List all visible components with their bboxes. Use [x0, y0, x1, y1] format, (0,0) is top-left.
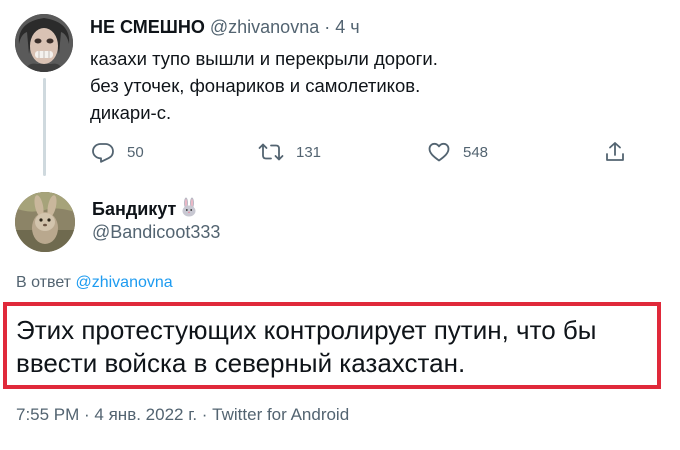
reply-author-name-text: Бандикут [92, 199, 177, 219]
like-button[interactable]: 548 [427, 140, 488, 164]
reply-button[interactable]: 50 [91, 140, 144, 164]
avatar-zhivanovna[interactable] [15, 14, 73, 72]
tweet-text-line: дикари-с. [90, 102, 172, 123]
reply-author-name[interactable]: Бандикут [92, 197, 199, 222]
replying-to-prefix: В ответ [16, 274, 72, 291]
retweet-button[interactable]: 131 [258, 140, 321, 164]
tweet-time-ago[interactable]: 4 ч [335, 17, 359, 37]
replying-to-mention-link[interactable]: @zhivanovna [75, 274, 172, 291]
tweet-text-line: казахи тупо вышли и перекрыли дороги. [90, 48, 438, 69]
retweet-count: 131 [296, 143, 322, 161]
tweet-timestamp[interactable]: 7:55 PM · 4 янв. 2022 г. · Twitter for A… [16, 405, 349, 425]
reply-text: Этих протестующих контролирует путин, чт… [16, 314, 596, 380]
avatar-bandicoot[interactable] [15, 192, 75, 252]
rabbit-emoji-icon [179, 197, 199, 222]
meta-separator: · [324, 17, 331, 37]
replying-to: В ответ @zhivanovna [16, 274, 173, 292]
reply-icon [91, 140, 115, 164]
thread-connector-line [43, 78, 46, 176]
like-icon [427, 140, 451, 164]
author-name[interactable]: НЕ СМЕШНО [90, 17, 205, 37]
tweet-header: НЕ СМЕШНО @zhivanovna · 4 ч [90, 17, 360, 38]
reply-author-handle[interactable]: @Bandicoot333 [92, 222, 220, 243]
reply-text-line: ввести войска в северный казахстан. [16, 348, 466, 378]
tweet-text-line: без уточек, фонариков и самолетиков. [90, 75, 421, 96]
tweet-text: казахи тупо вышли и перекрыли дороги. бе… [90, 45, 438, 126]
share-button[interactable] [603, 140, 627, 164]
share-icon [603, 140, 627, 164]
like-count: 548 [463, 143, 489, 161]
author-handle[interactable]: @zhivanovna [210, 17, 319, 37]
reply-count: 50 [127, 143, 144, 161]
retweet-icon [258, 140, 284, 164]
reply-text-line: Этих протестующих контролирует путин, чт… [16, 315, 597, 345]
